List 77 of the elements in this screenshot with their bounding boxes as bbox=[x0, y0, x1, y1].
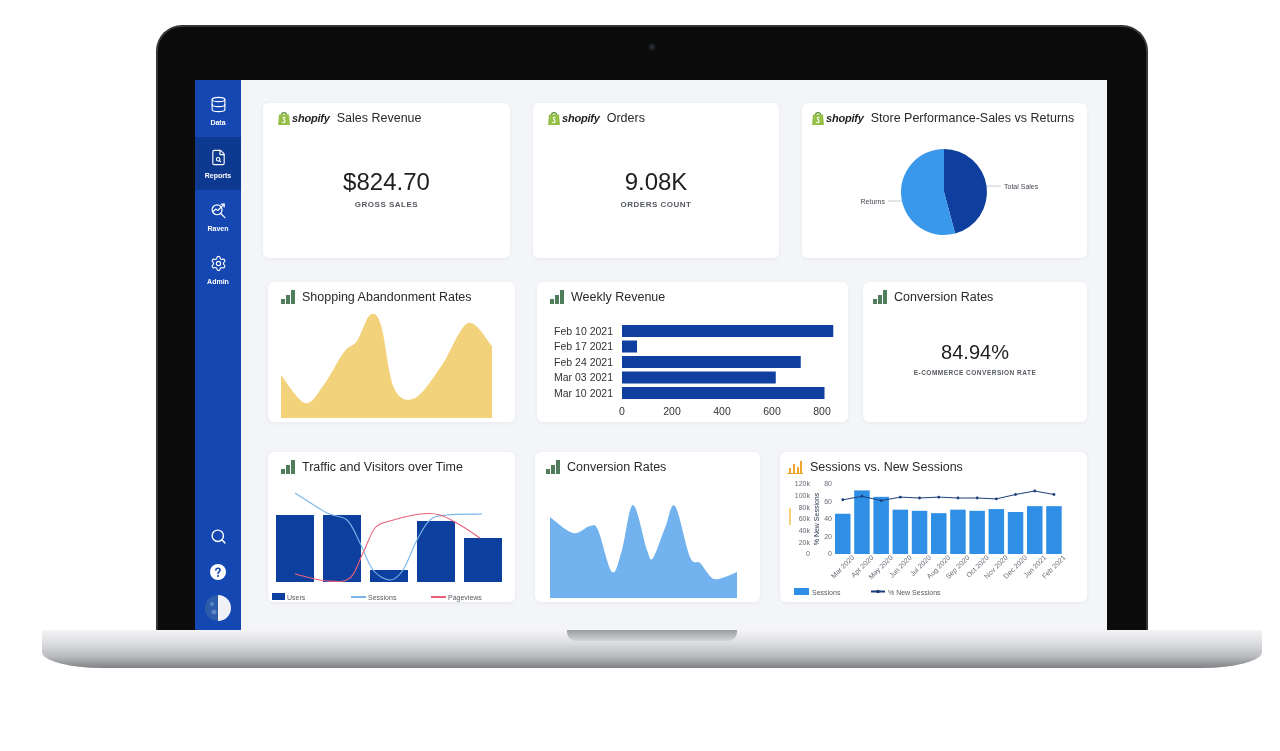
data-point-icon bbox=[975, 496, 979, 500]
database-icon bbox=[209, 95, 227, 113]
shopping-bag-icon bbox=[548, 111, 560, 125]
bar bbox=[835, 513, 851, 554]
card-title: Sales Revenue bbox=[336, 111, 422, 125]
data-point-icon bbox=[918, 496, 921, 500]
data-point-icon bbox=[879, 499, 883, 503]
card-title: Conversion Rates bbox=[567, 460, 667, 474]
help-icon[interactable] bbox=[210, 564, 226, 580]
bar bbox=[622, 340, 637, 353]
metric-value: 9.08K bbox=[624, 167, 688, 196]
column-chart-icon bbox=[787, 460, 803, 474]
data-point-icon bbox=[956, 496, 960, 500]
axis-tick-label: 0 bbox=[619, 405, 625, 417]
axis-tick-label: 800 bbox=[813, 405, 831, 417]
bar bbox=[1007, 512, 1024, 554]
bar bbox=[911, 510, 928, 554]
category-label: Feb 17 2021 bbox=[554, 340, 613, 353]
category-label: Mar 10 2021 bbox=[554, 386, 613, 399]
card-title: Weekly Revenue bbox=[571, 290, 666, 304]
card-title: Sessions vs. New Sessions bbox=[810, 460, 963, 474]
bar-chart-icon bbox=[550, 290, 564, 304]
bar bbox=[854, 490, 870, 554]
bar bbox=[370, 570, 408, 582]
brand-name: shopify bbox=[562, 112, 600, 124]
data-point-icon bbox=[1033, 489, 1037, 493]
bar bbox=[276, 515, 314, 582]
card-title: Orders bbox=[606, 111, 645, 125]
card-title: Traffic and Visitors over Time bbox=[302, 460, 463, 474]
axis-marker bbox=[789, 508, 791, 525]
bar bbox=[323, 515, 361, 582]
file-search-icon bbox=[209, 148, 227, 166]
brand-name: shopify bbox=[826, 112, 864, 124]
metric-value: $824.70 bbox=[343, 167, 430, 196]
data-point-icon bbox=[994, 497, 998, 501]
data-point-icon bbox=[898, 495, 902, 499]
bar bbox=[1046, 506, 1062, 554]
bar bbox=[892, 509, 909, 554]
data-point-icon bbox=[937, 495, 941, 499]
legend-swatch-icon bbox=[794, 588, 809, 595]
axis-tick-label: 200 bbox=[663, 405, 681, 417]
avatar-icon[interactable] bbox=[205, 595, 231, 621]
legend-line-icon bbox=[871, 589, 885, 594]
data-point-icon bbox=[1052, 493, 1056, 496]
bar-chart-icon bbox=[281, 460, 295, 474]
axis-tick-label: 400 bbox=[713, 405, 731, 417]
bar bbox=[873, 496, 889, 554]
search-trend-icon bbox=[209, 201, 227, 219]
bar bbox=[417, 521, 455, 582]
bar bbox=[464, 538, 502, 582]
category-label: Mar 03 2021 bbox=[554, 371, 613, 384]
category-label: Feb 10 2021 bbox=[554, 324, 613, 337]
shopping-bag-icon bbox=[278, 111, 290, 125]
bar-chart-icon bbox=[281, 290, 295, 304]
bar bbox=[969, 510, 985, 554]
axis-tick-label: 600 bbox=[763, 405, 781, 417]
data-point-icon bbox=[841, 498, 845, 502]
bar bbox=[988, 509, 1005, 554]
category-label: Feb 24 2021 bbox=[554, 355, 613, 368]
data-point-icon bbox=[860, 494, 864, 498]
card-title: Conversion Rates bbox=[894, 290, 994, 304]
bar bbox=[931, 513, 947, 554]
camera-icon bbox=[648, 43, 656, 51]
settings-icon bbox=[209, 254, 227, 272]
metric-caption: GROSS SALES bbox=[354, 200, 419, 210]
bar-chart-icon bbox=[873, 290, 887, 304]
shopping-bag-icon bbox=[812, 111, 824, 125]
card-title: Shopping Abandonment Rates bbox=[302, 290, 472, 304]
metric-caption: ORDERS COUNT bbox=[620, 200, 692, 210]
bar bbox=[950, 509, 966, 554]
brand-name: shopify bbox=[292, 112, 330, 124]
bar bbox=[1027, 506, 1043, 554]
search-icon[interactable] bbox=[209, 527, 227, 545]
card-title: Store Performance-Sales vs Returns bbox=[870, 111, 1075, 125]
bar-chart-icon bbox=[546, 460, 560, 474]
metric-value: 84.94% bbox=[941, 340, 1009, 364]
data-point-icon bbox=[1014, 493, 1017, 496]
